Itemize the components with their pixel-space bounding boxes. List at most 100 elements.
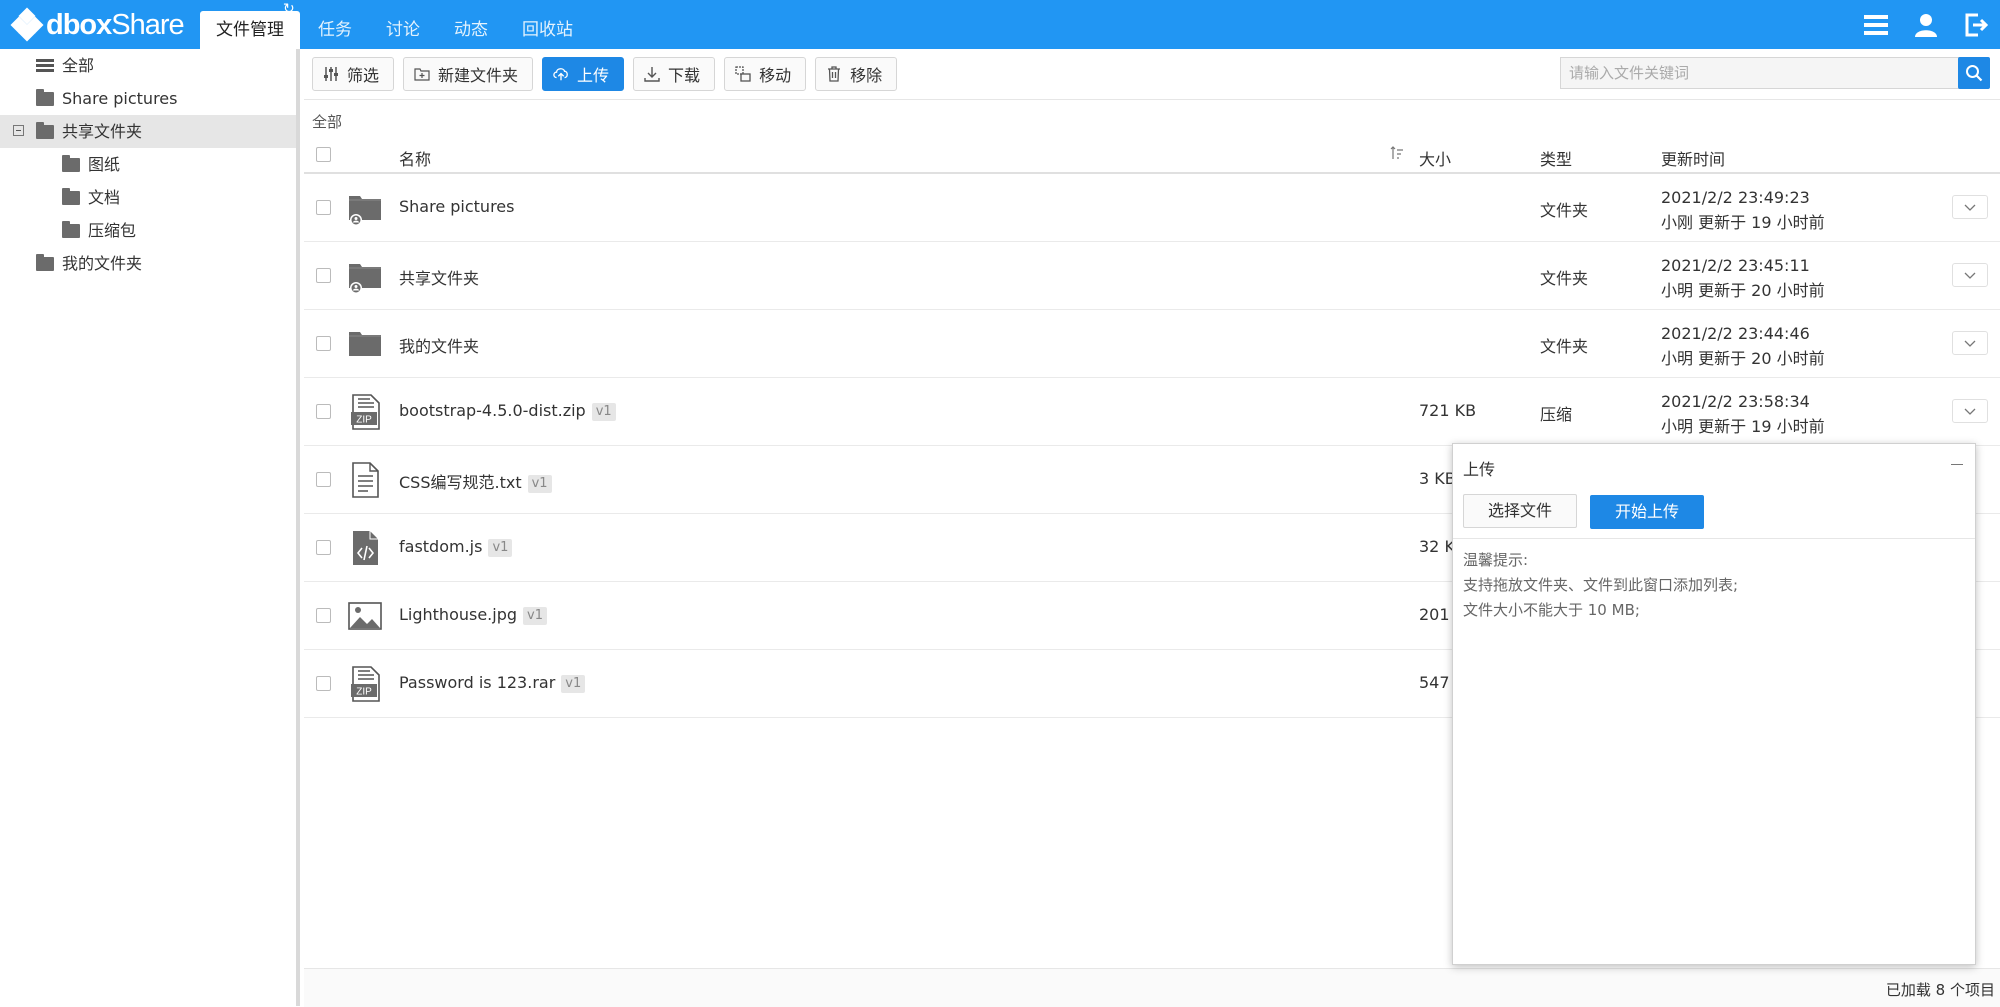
search-button[interactable]	[1958, 57, 1990, 89]
shared-folder-icon	[349, 264, 381, 294]
table-row[interactable]: 共享文件夹 文件夹 2021/2/2 23:45:11 小明 更新于 20 小时前	[304, 242, 2000, 310]
file-updated: 2021/2/2 23:45:11 小明 更新于 20 小时前	[1661, 256, 1825, 300]
file-type: 压缩	[1540, 405, 1573, 424]
folder-tree: 全部 Share pictures 共享文件夹 图纸 文档 压缩包 我的文件夹	[0, 49, 300, 1006]
filter-button[interactable]: 筛选	[312, 57, 395, 91]
tree-item-documents[interactable]: 文档	[0, 181, 296, 214]
file-name[interactable]: bootstrap-4.5.0-dist.zip v1	[399, 401, 616, 421]
app-logo[interactable]: dboxShare	[10, 7, 185, 42]
status-bar: 已加载 8 个项目	[304, 968, 2000, 1007]
file-name[interactable]: Share pictures	[399, 197, 514, 216]
folder-icon	[62, 187, 80, 205]
header-actions	[1840, 0, 1990, 49]
zip-file-icon: ZIP	[351, 666, 380, 702]
move-icon	[735, 66, 751, 82]
column-header-type[interactable]: 类型	[1540, 146, 1572, 170]
tree-item-share-pictures[interactable]: Share pictures	[0, 82, 296, 115]
tab-discussions[interactable]: 讨论	[370, 11, 436, 49]
toolbar: 筛选 新建文件夹 上传 下载 移动 移除	[312, 57, 906, 91]
start-upload-button[interactable]: 开始上传	[1590, 495, 1705, 529]
choose-file-button[interactable]: 选择文件	[1463, 494, 1578, 528]
file-name[interactable]: Lighthouse.jpg v1	[399, 605, 547, 625]
version-badge: v1	[527, 475, 552, 493]
remove-button[interactable]: 移除	[815, 57, 898, 91]
chevron-down-icon	[1964, 204, 1976, 211]
file-type: 文件夹	[1540, 269, 1589, 288]
folder-icon	[62, 220, 80, 238]
row-checkbox[interactable]	[316, 200, 331, 215]
menu-icon[interactable]	[1862, 11, 1890, 39]
column-header-name[interactable]: 名称	[399, 146, 431, 170]
divider	[304, 99, 2000, 100]
table-row[interactable]: ZIP bootstrap-4.5.0-dist.zip v1 721 KB 压缩…	[304, 378, 2000, 446]
tab-tasks[interactable]: 任务	[302, 11, 368, 49]
svg-text:ZIP: ZIP	[356, 415, 372, 426]
folder-icon	[36, 253, 54, 271]
zip-file-icon: ZIP	[351, 394, 380, 430]
file-name[interactable]: Password is 123.rar v1	[399, 673, 586, 693]
version-badge: v1	[488, 539, 513, 557]
table-row[interactable]: 我的文件夹 文件夹 2021/2/2 23:44:46 小明 更新于 20 小时前	[304, 310, 2000, 378]
row-actions-dropdown[interactable]	[1952, 399, 1988, 423]
download-button[interactable]: 下载	[633, 57, 716, 91]
tab-activity[interactable]: 动态	[438, 11, 504, 49]
tab-recycle-bin[interactable]: 回收站	[506, 11, 589, 49]
file-updated: 2021/2/2 23:49:23 小刚 更新于 19 小时前	[1661, 188, 1825, 232]
top-header: dboxShare ↻ 文件管理 任务 讨论 动态 回收站	[0, 0, 2000, 49]
main-nav: 文件管理 任务 讨论 动态 回收站	[200, 0, 591, 49]
tab-file-management[interactable]: 文件管理	[200, 11, 300, 49]
file-name[interactable]: 我的文件夹	[399, 333, 479, 357]
tree-item-all[interactable]: 全部	[0, 49, 296, 82]
logout-icon[interactable]	[1962, 11, 1990, 39]
new-folder-icon	[414, 66, 430, 82]
row-checkbox[interactable]	[316, 540, 331, 555]
tree-item-my-folder[interactable]: 我的文件夹	[0, 247, 296, 280]
version-badge: v1	[523, 607, 547, 625]
svg-text:ZIP: ZIP	[356, 687, 372, 698]
version-badge: v1	[591, 403, 616, 421]
file-type: 文件夹	[1540, 337, 1589, 356]
file-size: 547	[1419, 673, 1450, 692]
folder-icon	[36, 121, 54, 139]
row-actions-dropdown[interactable]	[1952, 263, 1988, 287]
upload-button[interactable]: 上传	[542, 57, 625, 91]
row-checkbox[interactable]	[316, 268, 331, 283]
row-checkbox[interactable]	[316, 336, 331, 351]
tree-item-archives[interactable]: 压缩包	[0, 214, 296, 247]
breadcrumb[interactable]: 全部	[312, 111, 342, 132]
code-file-icon	[353, 531, 378, 565]
select-all-checkbox[interactable]	[316, 147, 331, 162]
search-icon	[1966, 65, 1983, 82]
sort-ascending-icon[interactable]	[1390, 145, 1404, 164]
row-checkbox[interactable]	[316, 608, 331, 623]
collapse-toggle-icon[interactable]	[13, 125, 24, 136]
download-icon	[644, 66, 660, 82]
search-input[interactable]	[1560, 57, 1960, 89]
table-row[interactable]: Share pictures 文件夹 2021/2/2 23:49:23 小刚 更…	[304, 174, 2000, 242]
file-size: 3 KB	[1419, 469, 1456, 488]
chevron-down-icon	[1964, 272, 1976, 279]
chevron-down-icon	[1964, 408, 1976, 415]
tree-item-shared-folder[interactable]: 共享文件夹	[0, 115, 296, 148]
logo-diamond-icon	[10, 7, 44, 42]
file-updated: 2021/2/2 23:44:46 小明 更新于 20 小时前	[1661, 324, 1825, 368]
move-button[interactable]: 移动	[724, 57, 807, 91]
row-checkbox[interactable]	[316, 404, 331, 419]
file-name[interactable]: fastdom.js v1	[399, 537, 513, 557]
file-updated: 2021/2/2 23:58:34 小明 更新于 19 小时前	[1661, 392, 1825, 436]
version-badge: v1	[561, 675, 586, 693]
row-checkbox[interactable]	[316, 676, 331, 691]
row-actions-dropdown[interactable]	[1952, 331, 1988, 355]
table-header: 名称 大小 类型 更新时间	[304, 137, 2000, 174]
column-header-size[interactable]: 大小	[1419, 146, 1451, 170]
minimize-icon[interactable]	[1951, 464, 1963, 465]
tree-item-drawings[interactable]: 图纸	[0, 148, 296, 181]
file-name[interactable]: CSS编写规范.txt v1	[399, 469, 552, 493]
new-folder-button[interactable]: 新建文件夹	[403, 57, 534, 91]
row-actions-dropdown[interactable]	[1952, 195, 1988, 219]
user-icon[interactable]	[1912, 11, 1940, 39]
file-size: 32 K	[1419, 537, 1455, 556]
file-name[interactable]: 共享文件夹	[399, 265, 479, 289]
row-checkbox[interactable]	[316, 472, 331, 487]
column-header-updated[interactable]: 更新时间	[1661, 146, 1725, 170]
